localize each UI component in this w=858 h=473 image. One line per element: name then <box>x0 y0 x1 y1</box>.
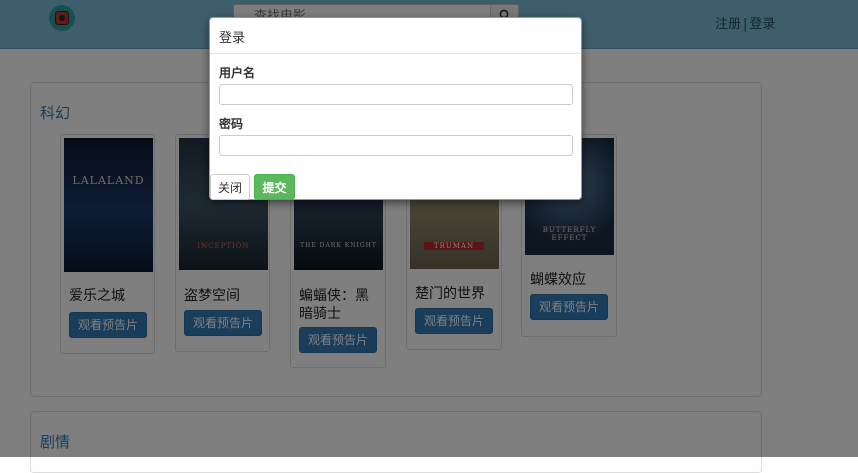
username-field[interactable] <box>219 84 573 105</box>
submit-button[interactable]: 提交 <box>254 174 295 200</box>
password-field[interactable] <box>219 135 573 156</box>
modal-title: 登录 <box>219 31 246 46</box>
login-modal: 登录 用户名 密码 关闭 提交 <box>209 17 582 200</box>
username-label: 用户名 <box>219 66 256 80</box>
password-label: 密码 <box>219 117 244 131</box>
close-button[interactable]: 关闭 <box>210 174 250 200</box>
modal-header: 登录 <box>210 18 581 54</box>
